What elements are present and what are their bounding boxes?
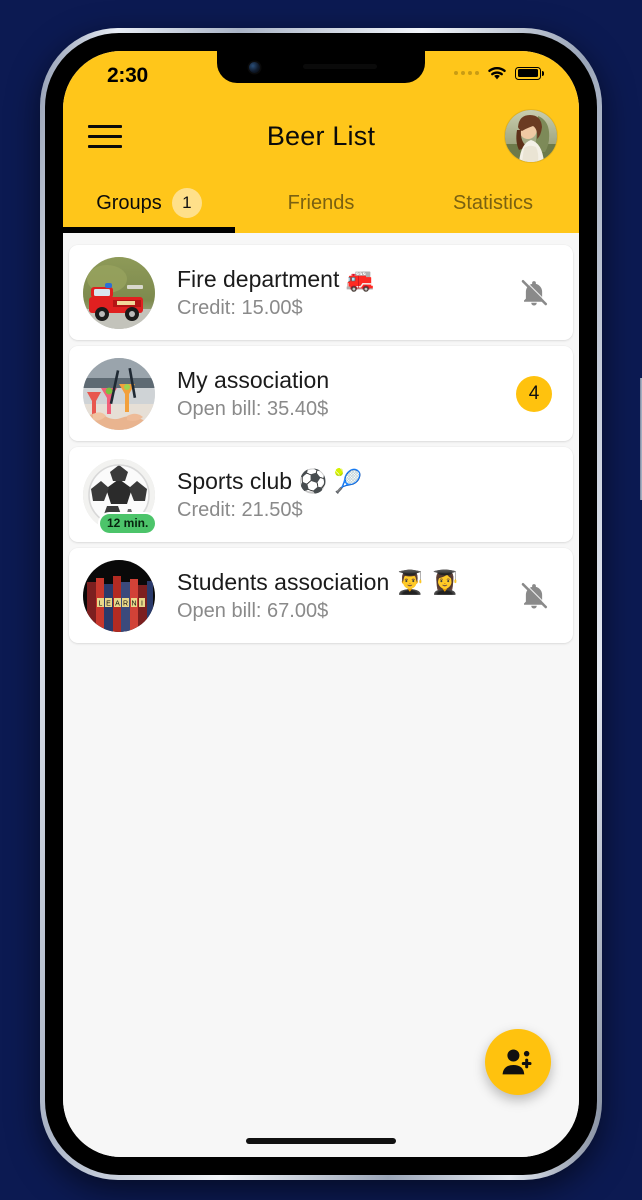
group-name: Fire department 🚒 <box>177 265 375 292</box>
content-area: Fire department 🚒 Credit: 15.00$ My asso… <box>63 233 579 1157</box>
fire-truck-photo <box>83 256 155 329</box>
group-name: Students association 👨‍🎓 👩‍🎓 <box>177 568 460 595</box>
svg-text:R: R <box>123 600 128 607</box>
list-item[interactable]: My association Open bill: 35.40$ 4 <box>69 346 573 441</box>
svg-text:A: A <box>115 600 120 607</box>
app-bar: Beer List <box>63 99 579 173</box>
svg-text:E: E <box>106 600 111 607</box>
tab-friends[interactable]: Friends <box>235 173 407 233</box>
phone-frame: 2:30 Beer List Groups 1 Friends Statisti… <box>40 28 642 1180</box>
group-subtitle: Open bill: 35.40$ <box>177 398 329 421</box>
group-subtitle: Credit: 15.00$ <box>177 297 303 320</box>
list-item[interactable]: L E A R N I Students association 👨‍🎓 <box>69 548 573 643</box>
bell-off-icon[interactable] <box>519 277 549 309</box>
notch <box>217 51 425 83</box>
tab-groups[interactable]: Groups 1 <box>63 173 235 233</box>
list-item-trailing <box>511 580 557 612</box>
status-badge[interactable]: 4 <box>516 375 552 412</box>
tab-active-indicator <box>63 227 235 233</box>
person-add-icon <box>502 1049 532 1075</box>
avatar <box>83 357 155 430</box>
phone-bezel: 2:30 Beer List Groups 1 Friends Statisti… <box>45 33 597 1175</box>
earpiece-speaker <box>303 64 377 69</box>
group-list: Fire department 🚒 Credit: 15.00$ My asso… <box>63 233 579 643</box>
avatar: 12 min. <box>83 458 156 533</box>
group-name: My association <box>177 366 330 393</box>
time-badge: 12 min. <box>100 513 156 533</box>
list-item-text: My association Open bill: 35.40$ <box>155 366 511 422</box>
home-indicator[interactable] <box>246 1138 396 1144</box>
battery-full-icon <box>515 66 544 80</box>
list-item-text: Students association 👨‍🎓 👩‍🎓 Open bill: … <box>155 568 511 624</box>
tab-statistics[interactable]: Statistics <box>407 173 579 233</box>
phone-screen: 2:30 Beer List Groups 1 Friends Statisti… <box>63 51 579 1157</box>
group-subtitle: Credit: 21.50$ <box>177 499 303 522</box>
bell-off-icon[interactable] <box>519 580 549 612</box>
avatar: L E A R N I <box>83 559 155 632</box>
list-item[interactable]: 12 min. Sports club ⚽ 🎾 Credit: 21.50$ <box>69 447 573 542</box>
tab-friends-label: Friends <box>287 191 355 214</box>
tab-statistics-label: Statistics <box>452 191 534 214</box>
hamburger-menu-icon[interactable] <box>88 121 122 151</box>
svg-text:L: L <box>99 600 103 607</box>
cocktail-toast-photo <box>83 357 155 430</box>
group-name: Sports club ⚽ 🎾 <box>177 467 363 494</box>
books-learning-photo: L E A R N I <box>83 559 155 632</box>
status-icons <box>454 65 544 81</box>
list-item[interactable]: Fire department 🚒 Credit: 15.00$ <box>69 245 573 340</box>
wifi-icon <box>488 66 506 80</box>
front-camera-icon <box>249 62 260 73</box>
avatar <box>83 256 155 329</box>
tab-groups-label: Groups <box>96 191 162 214</box>
list-item-trailing <box>511 277 557 309</box>
list-item-trailing: 4 <box>511 375 557 412</box>
svg-text:I: I <box>141 600 143 607</box>
tab-bar: Groups 1 Friends Statistics <box>63 173 579 233</box>
tab-groups-badge: 1 <box>171 188 202 218</box>
list-item-text: Sports club ⚽ 🎾 Credit: 21.50$ <box>155 467 511 523</box>
profile-avatar[interactable] <box>505 110 557 162</box>
signal-dots-icon <box>454 71 479 75</box>
page-title: Beer List <box>266 120 376 151</box>
svg-text:N: N <box>131 600 136 607</box>
add-group-button[interactable] <box>485 1029 551 1095</box>
group-subtitle: Open bill: 67.00$ <box>177 600 329 623</box>
list-item-text: Fire department 🚒 Credit: 15.00$ <box>155 265 511 321</box>
status-time: 2:30 <box>107 64 148 87</box>
